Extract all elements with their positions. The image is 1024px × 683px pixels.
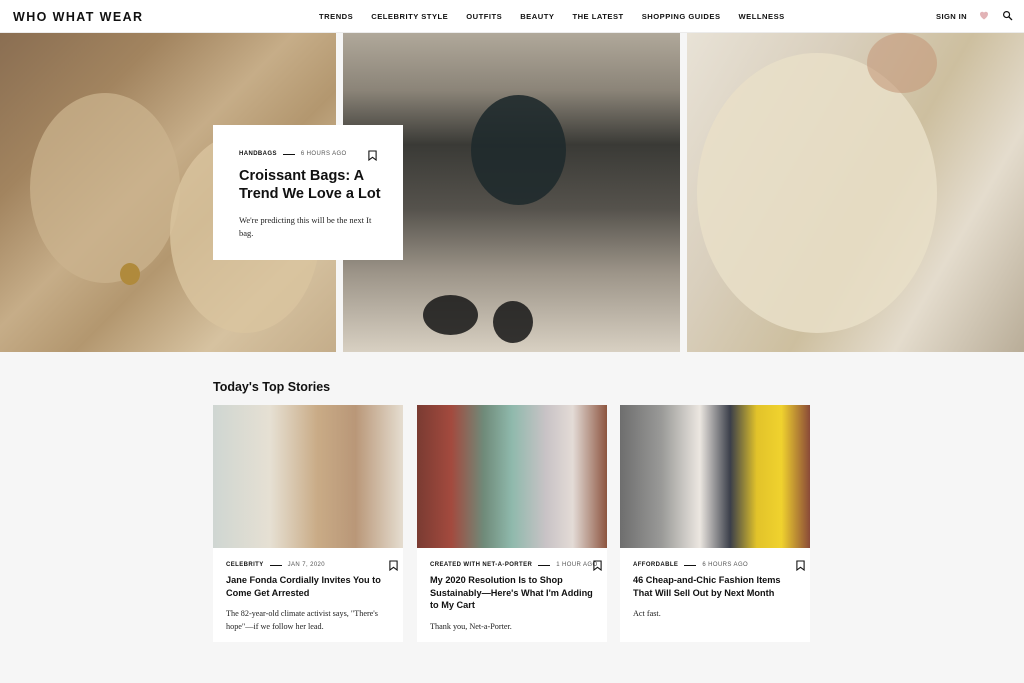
menu-item-wellness[interactable]: WELLNESS [739, 12, 785, 21]
menu-item-beauty[interactable]: BEAUTY [520, 12, 554, 21]
featured-time: 6 HOURS AGO [300, 151, 347, 157]
story-image-jane-fonda[interactable] [213, 405, 403, 548]
meta-divider [684, 564, 697, 566]
site-logo[interactable]: WHO WHAT WEAR [13, 10, 143, 24]
story-meta: CELEBRITY JAN 7, 2020 [226, 562, 325, 568]
featured-article-card[interactable]: HANDBAGS 6 HOURS AGO Croissant Bags: A T… [213, 125, 403, 260]
main-menu: TRENDS CELEBRITY STYLE OUTFITS BEAUTY TH… [319, 12, 803, 21]
meta-divider [282, 153, 295, 155]
menu-item-celebrity-style[interactable]: CELEBRITY STYLE [371, 12, 448, 21]
story-description: Thank you, Net-a-Porter. [430, 622, 512, 631]
story-title[interactable]: Jane Fonda Cordially Invites You to Come… [226, 574, 394, 599]
story-time: 6 HOURS AGO [702, 562, 749, 568]
bookmark-icon[interactable] [796, 560, 805, 571]
hero-image-teddy-coat[interactable] [687, 33, 1024, 352]
bookmark-icon[interactable] [389, 560, 398, 571]
story-card[interactable]: AFFORDABLE 6 HOURS AGO 46 Cheap-and-Chic… [620, 405, 810, 642]
sign-in-link[interactable]: SIGN IN [936, 12, 967, 21]
story-image-affordable-fashion[interactable] [620, 405, 810, 548]
story-description: Act fast. [633, 609, 661, 618]
story-image-street-style[interactable] [417, 405, 607, 548]
menu-item-trends[interactable]: TRENDS [319, 12, 353, 21]
story-card[interactable]: CELEBRITY JAN 7, 2020 Jane Fonda Cordial… [213, 405, 403, 642]
story-title[interactable]: 46 Cheap-and-Chic Fashion Items That Wil… [633, 574, 801, 599]
story-meta: CREATED WITH NET-A-PORTER 1 HOUR AGO [430, 562, 598, 568]
search-icon[interactable] [1002, 10, 1013, 21]
bookmark-icon[interactable] [593, 560, 602, 571]
top-stories-heading: Today's Top Stories [213, 380, 331, 394]
bookmark-icon[interactable] [368, 150, 377, 161]
story-meta: AFFORDABLE 6 HOURS AGO [633, 562, 748, 568]
meta-divider [269, 564, 282, 566]
story-card[interactable]: CREATED WITH NET-A-PORTER 1 HOUR AGO My … [417, 405, 607, 642]
top-navigation: WHO WHAT WEAR TRENDS CELEBRITY STYLE OUT… [0, 0, 1024, 33]
featured-category[interactable]: HANDBAGS [239, 151, 277, 157]
story-time: 1 HOUR AGO [556, 562, 598, 568]
story-title[interactable]: My 2020 Resolution Is to Shop Sustainabl… [430, 574, 598, 612]
featured-meta: HANDBAGS 6 HOURS AGO [239, 151, 379, 157]
story-description: The 82-year-old climate activist says, "… [226, 609, 378, 631]
heart-icon[interactable] [978, 9, 990, 21]
menu-item-outfits[interactable]: OUTFITS [466, 12, 502, 21]
story-category[interactable]: CELEBRITY [226, 562, 264, 568]
story-category[interactable]: CREATED WITH NET-A-PORTER [430, 562, 532, 568]
featured-description: We're predicting this will be the next I… [239, 215, 372, 238]
menu-item-shopping-guides[interactable]: SHOPPING GUIDES [642, 12, 721, 21]
story-category[interactable]: AFFORDABLE [633, 562, 678, 568]
menu-item-the-latest[interactable]: THE LATEST [572, 12, 623, 21]
featured-title[interactable]: Croissant Bags: A Trend We Love a Lot [239, 167, 384, 203]
meta-divider [538, 564, 551, 566]
story-time: JAN 7, 2020 [287, 562, 326, 568]
